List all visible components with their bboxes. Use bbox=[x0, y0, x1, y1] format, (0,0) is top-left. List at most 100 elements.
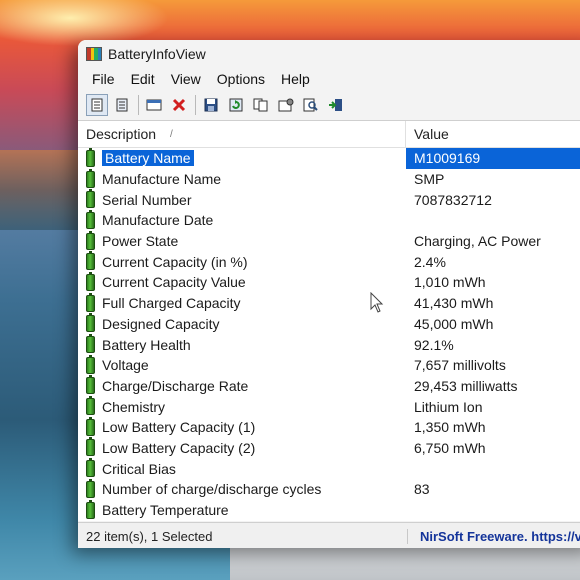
row-value: SMP bbox=[414, 171, 445, 188]
row-label: Battery Health bbox=[102, 336, 191, 353]
row-label: Current Capacity Value bbox=[102, 274, 246, 291]
table-row[interactable]: Current Capacity (in %) 2.4% bbox=[78, 251, 580, 272]
app-window: BatteryInfoView File Edit View Options H… bbox=[78, 40, 580, 548]
row-description-cell: Manufacture Name bbox=[78, 168, 406, 188]
row-description-cell: Full Charged Capacity bbox=[78, 292, 406, 312]
table-row[interactable]: Battery Health 92.1% bbox=[78, 334, 580, 355]
row-value: 6,750 mWh bbox=[414, 439, 486, 456]
copy-icon[interactable] bbox=[250, 94, 272, 116]
row-description-cell: Low Battery Capacity (1) bbox=[78, 416, 406, 436]
toolbar bbox=[78, 90, 580, 121]
row-label: Low Battery Capacity (1) bbox=[102, 419, 256, 436]
row-value: M1009169 bbox=[414, 150, 481, 167]
html-report-icon[interactable] bbox=[86, 94, 108, 116]
row-description-cell: Low Battery Capacity (2) bbox=[78, 437, 406, 457]
menu-options[interactable]: Options bbox=[209, 71, 273, 87]
table-row[interactable]: Designed Capacity 45,000 mWh bbox=[78, 313, 580, 335]
column-header-description[interactable]: Description / bbox=[78, 121, 406, 147]
row-description-cell: Manufacture Date bbox=[78, 209, 406, 229]
battery-icon bbox=[86, 209, 95, 229]
battery-icon bbox=[86, 396, 95, 416]
row-description-cell: Number of charge/discharge cycles bbox=[78, 478, 406, 498]
table-row[interactable]: Voltage 7,657 millivolts bbox=[78, 354, 580, 376]
sort-indicator-icon: / bbox=[170, 128, 173, 140]
table-row[interactable]: Low Battery Capacity (1) 1,350 mWh bbox=[78, 416, 580, 438]
row-value: 29,453 milliwatts bbox=[414, 377, 518, 394]
battery-icon bbox=[86, 189, 95, 209]
table-row[interactable]: Chemistry Lithium Ion bbox=[78, 396, 580, 417]
row-value: 45,000 mWh bbox=[414, 315, 494, 332]
menu-file[interactable]: File bbox=[84, 71, 123, 87]
battery-icon bbox=[86, 230, 95, 250]
battery-icon bbox=[86, 334, 95, 354]
row-label: Full Charged Capacity bbox=[102, 295, 241, 312]
battery-icon bbox=[86, 292, 95, 312]
menu-edit[interactable]: Edit bbox=[123, 71, 163, 87]
battery-icon bbox=[86, 478, 95, 498]
exit-icon[interactable] bbox=[325, 94, 347, 116]
row-label: Chemistry bbox=[102, 398, 166, 415]
battery-icon bbox=[86, 147, 95, 167]
menu-view[interactable]: View bbox=[163, 71, 209, 87]
table-row[interactable]: Current Capacity Value 1,010 mWh bbox=[78, 271, 580, 293]
text-report-icon[interactable] bbox=[111, 94, 133, 116]
row-value: 1,350 mWh bbox=[414, 419, 486, 436]
battery-icon bbox=[86, 499, 95, 519]
title-bar[interactable]: BatteryInfoView bbox=[78, 40, 580, 68]
table-row[interactable]: Critical Bias bbox=[78, 458, 580, 479]
nirsoft-link[interactable]: NirSoft Freeware. https://v bbox=[408, 529, 580, 544]
wallpaper-horizon bbox=[0, 150, 90, 230]
delete-icon[interactable] bbox=[168, 94, 190, 116]
list-rows: Battery Name M1009169 Manufacture Name SMP S… bbox=[78, 147, 580, 521]
menu-help[interactable]: Help bbox=[273, 71, 318, 87]
row-label: Serial Number bbox=[102, 191, 192, 208]
refresh-icon[interactable] bbox=[225, 94, 247, 116]
window-title: BatteryInfoView bbox=[108, 46, 206, 62]
column-header-description-label: Description bbox=[86, 126, 157, 142]
table-row[interactable]: Low Battery Capacity (2) 6,750 mWh bbox=[78, 437, 580, 459]
row-value: 2.4% bbox=[414, 253, 446, 270]
row-label: Battery Name bbox=[102, 150, 194, 167]
row-description-cell: Battery Health bbox=[78, 334, 406, 354]
battery-icon bbox=[86, 354, 95, 374]
row-description-cell: Battery Temperature bbox=[78, 499, 406, 519]
table-row[interactable]: Power State Charging, AC Power bbox=[78, 230, 580, 252]
column-header-value-label: Value bbox=[414, 126, 449, 142]
row-description-cell: Critical Bias bbox=[78, 458, 406, 478]
row-description-cell: Current Capacity (in %) bbox=[78, 251, 406, 271]
toolbar-separator bbox=[138, 95, 139, 115]
row-label: Charge/Discharge Rate bbox=[102, 377, 249, 394]
table-row[interactable]: Charge/Discharge Rate 29,453 milliwatts bbox=[78, 375, 580, 397]
find-icon[interactable] bbox=[300, 94, 322, 116]
battery-icon bbox=[86, 251, 95, 271]
row-description-cell: Current Capacity Value bbox=[78, 271, 406, 291]
row-label: Voltage bbox=[102, 357, 149, 374]
row-description-cell: Charge/Discharge Rate bbox=[78, 375, 406, 395]
row-label: Critical Bias bbox=[102, 460, 176, 477]
table-row[interactable]: Serial Number 7087832712 bbox=[78, 189, 580, 210]
row-value: 7087832712 bbox=[414, 191, 492, 208]
table-row[interactable]: Manufacture Name SMP bbox=[78, 168, 580, 190]
row-description-cell: Power State bbox=[78, 230, 406, 250]
row-value: Charging, AC Power bbox=[414, 233, 541, 250]
table-row[interactable]: Manufacture Date bbox=[78, 209, 580, 231]
table-row[interactable]: Battery Name M1009169 bbox=[78, 147, 580, 169]
row-value: 83 bbox=[414, 481, 430, 498]
row-value: 1,010 mWh bbox=[414, 274, 486, 291]
row-value: 7,657 millivolts bbox=[414, 357, 506, 374]
status-bar: 22 item(s), 1 Selected NirSoft Freeware.… bbox=[78, 522, 580, 548]
table-row[interactable]: Number of charge/discharge cycles 83 bbox=[78, 478, 580, 500]
options-icon[interactable] bbox=[275, 94, 297, 116]
table-row[interactable]: Full Charged Capacity 41,430 mWh bbox=[78, 292, 580, 314]
save-icon[interactable] bbox=[200, 94, 222, 116]
battery-info-list[interactable]: Description / Value Battery Name M1009169… bbox=[78, 120, 580, 521]
column-header-value[interactable]: Value bbox=[406, 121, 580, 147]
menu-bar: File Edit View Options Help bbox=[78, 68, 580, 90]
battery-icon bbox=[86, 437, 95, 457]
battery-icon bbox=[86, 271, 95, 291]
desk-surface bbox=[230, 548, 580, 580]
battery-icon bbox=[86, 168, 95, 188]
properties-icon[interactable] bbox=[143, 94, 165, 116]
row-description-cell: Voltage bbox=[78, 354, 406, 374]
table-row[interactable]: Battery Temperature bbox=[78, 499, 580, 521]
